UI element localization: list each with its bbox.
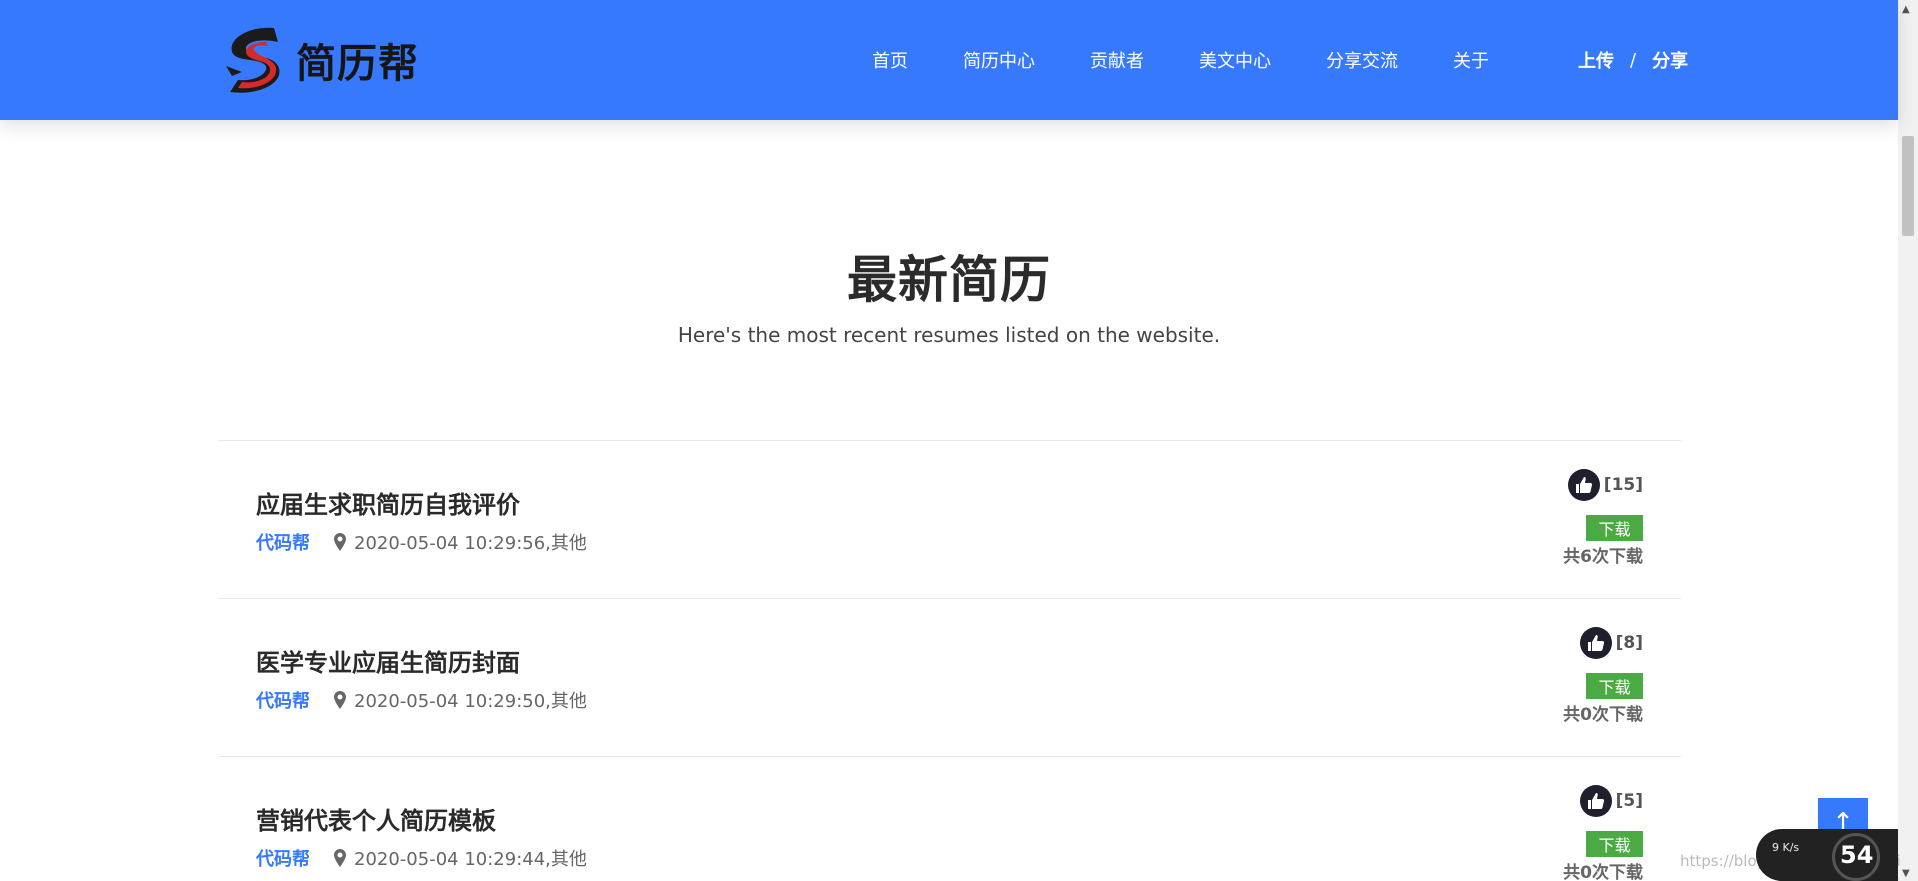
thumbs-up-icon[interactable] — [1579, 627, 1612, 659]
like-group: [5] — [1579, 785, 1643, 817]
download-count: 共6次下载 — [1563, 547, 1643, 567]
nav-item-about[interactable]: 关于 — [1453, 47, 1489, 73]
network-speed-widget[interactable]: 9 K/s 54 — [1756, 829, 1898, 881]
download-button[interactable]: 下载 — [1586, 673, 1643, 699]
resume-row: 医学专业应届生简历封面 代码帮 2020-05-04 10:29:50,其他 [… — [218, 598, 1681, 756]
nav-item-share[interactable]: 分享交流 — [1326, 47, 1398, 73]
resume-meta: 代码帮 2020-05-04 10:29:56,其他 — [256, 529, 587, 555]
share-link[interactable]: 分享 — [1652, 47, 1688, 73]
download-button[interactable]: 下载 — [1586, 831, 1643, 857]
like-count: [5] — [1615, 791, 1643, 811]
scroll-down-arrow-icon[interactable]: ▼ — [1902, 868, 1910, 879]
resume-author[interactable]: 代码帮 — [256, 845, 310, 871]
scroll-thumb[interactable] — [1902, 136, 1914, 236]
resume-row: 应届生求职简历自我评价 代码帮 2020-05-04 10:29:56,其他 [… — [218, 440, 1681, 598]
thumbs-up-icon[interactable] — [1567, 469, 1600, 501]
like-group: [8] — [1579, 627, 1643, 659]
download-count: 共0次下载 — [1563, 863, 1643, 881]
nav-item-contributors[interactable]: 贡献者 — [1090, 47, 1144, 73]
location-pin-icon — [334, 691, 346, 709]
resume-list: 应届生求职简历自我评价 代码帮 2020-05-04 10:29:56,其他 [… — [218, 440, 1681, 881]
resume-time: 2020-05-04 10:29:44,其他 — [354, 849, 587, 870]
location-pin-icon — [334, 533, 346, 551]
like-count: [15] — [1603, 475, 1643, 495]
main-nav: 首页 简历中心 贡献者 美文中心 分享交流 关于 — [872, 0, 1489, 120]
resume-title[interactable]: 应届生求职简历自我评价 — [256, 485, 520, 520]
nav-item-articles[interactable]: 美文中心 — [1199, 47, 1271, 73]
location-pin-icon — [334, 849, 346, 867]
resume-meta: 代码帮 2020-05-04 10:29:44,其他 — [256, 845, 587, 871]
nav-item-resume-center[interactable]: 简历中心 — [963, 47, 1035, 73]
resume-row: 营销代表个人简历模板 代码帮 2020-05-04 10:29:44,其他 [5… — [218, 756, 1681, 881]
resume-title[interactable]: 医学专业应届生简历封面 — [256, 643, 520, 678]
thumbs-up-icon[interactable] — [1579, 785, 1612, 817]
auth-separator: / — [1630, 49, 1637, 71]
resume-author[interactable]: 代码帮 — [256, 529, 310, 555]
download-count: 共0次下载 — [1563, 705, 1643, 725]
resume-time: 2020-05-04 10:29:56,其他 — [354, 533, 587, 554]
nav-item-home[interactable]: 首页 — [872, 47, 908, 73]
speed-upload: 9 K/s — [1772, 841, 1800, 854]
resume-time: 2020-05-04 10:29:50,其他 — [354, 691, 587, 712]
resume-title[interactable]: 营销代表个人简历模板 — [256, 801, 496, 836]
like-count: [8] — [1615, 633, 1643, 653]
logo[interactable]: 简历帮 — [220, 20, 419, 100]
speed-value: 54 — [1840, 841, 1874, 869]
section-subtitle: Here's the most recent resumes listed on… — [677, 323, 1221, 347]
logo-mark-icon — [226, 27, 280, 93]
scrollbar[interactable]: ▲ ▼ — [1898, 0, 1918, 881]
upload-link[interactable]: 上传 — [1578, 47, 1614, 73]
auth-links: 上传 / 分享 — [1578, 0, 1688, 120]
section-title: 最新简历 — [847, 251, 1051, 309]
resume-meta: 代码帮 2020-05-04 10:29:50,其他 — [256, 687, 587, 713]
download-button[interactable]: 下载 — [1586, 515, 1643, 541]
site-header: 简历帮 首页 简历中心 贡献者 美文中心 分享交流 关于 上传 / 分享 — [0, 0, 1898, 120]
resume-author[interactable]: 代码帮 — [256, 687, 310, 713]
like-group: [15] — [1567, 469, 1643, 501]
scroll-up-arrow-icon[interactable]: ▲ — [1902, 4, 1910, 15]
logo-text: 简历帮 — [296, 40, 419, 87]
